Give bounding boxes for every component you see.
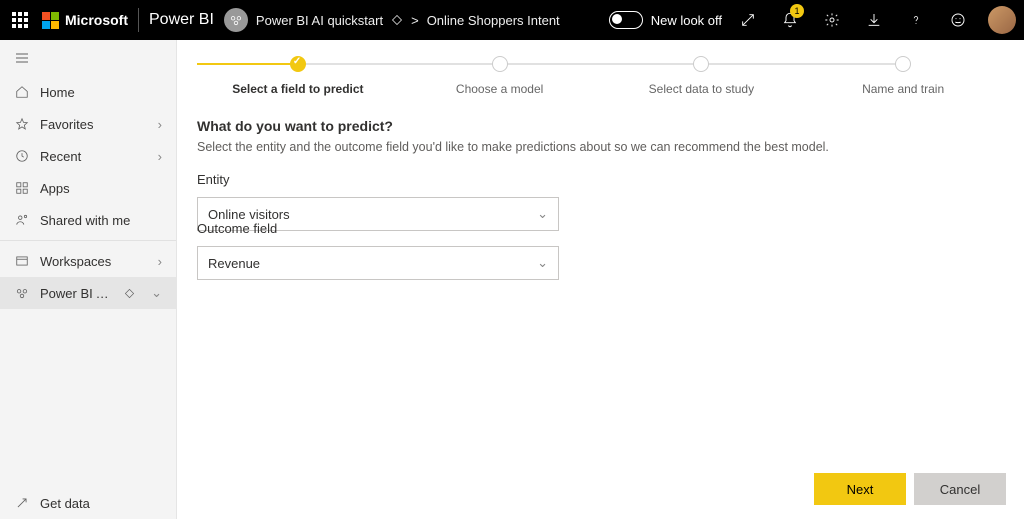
- avatar[interactable]: [988, 6, 1016, 34]
- help-icon[interactable]: [900, 0, 932, 40]
- page-description: Select the entity and the outcome field …: [197, 140, 977, 154]
- step-label: Name and train: [802, 82, 1004, 96]
- feedback-icon[interactable]: [942, 0, 974, 40]
- toggle-switch-icon: [609, 11, 643, 29]
- step-3[interactable]: Select data to study: [601, 56, 803, 96]
- clock-icon: [14, 149, 30, 163]
- chevron-down-icon: ⌄: [537, 206, 548, 222]
- new-look-toggle[interactable]: New look off: [609, 11, 722, 29]
- sidebar-item-label: Shared with me: [40, 213, 162, 228]
- sidebar-item-recent[interactable]: Recent ›: [0, 140, 176, 172]
- step-label: Select data to study: [601, 82, 803, 96]
- sidebar-item-label: Apps: [40, 181, 162, 196]
- chevron-right-icon: ›: [158, 254, 162, 269]
- chevron-right-icon: ›: [158, 117, 162, 132]
- sidebar-item-label: Home: [40, 85, 162, 100]
- step-dot-icon: [290, 56, 306, 72]
- home-icon: [14, 85, 30, 99]
- diamond-icon: [391, 14, 403, 26]
- step-4[interactable]: Name and train: [802, 56, 1004, 96]
- divider: [138, 8, 139, 32]
- chevron-down-icon: ⌄: [537, 255, 548, 271]
- fullscreen-icon[interactable]: [732, 0, 764, 40]
- star-icon: [14, 117, 30, 131]
- sidebar-item-favorites[interactable]: Favorites ›: [0, 108, 176, 140]
- page-title: What do you want to predict?: [197, 118, 977, 134]
- app-launcher-icon[interactable]: [8, 8, 32, 32]
- sidebar-item-label: Recent: [40, 149, 148, 164]
- sidebar-item-getdata[interactable]: Get data: [0, 487, 176, 519]
- notifications-button[interactable]: 1: [774, 0, 806, 40]
- sidebar-item-apps[interactable]: Apps: [0, 172, 176, 204]
- cancel-button[interactable]: Cancel: [914, 473, 1006, 505]
- outcome-value: Revenue: [208, 256, 260, 271]
- workspace-icon: [224, 8, 248, 32]
- form-area: What do you want to predict? Select the …: [177, 100, 997, 314]
- sidebar-item-label: Workspaces: [40, 254, 148, 269]
- workspace-icon: [14, 286, 30, 300]
- outcome-select[interactable]: Revenue ⌄: [197, 246, 559, 280]
- brand-text: Microsoft: [65, 12, 128, 28]
- sidebar-item-home[interactable]: Home: [0, 76, 176, 108]
- chevron-right-icon: ›: [158, 149, 162, 164]
- toggle-label: New look off: [651, 13, 722, 28]
- topbar: Microsoft Power BI Power BI AI quickstar…: [0, 0, 1024, 40]
- settings-icon[interactable]: [816, 0, 848, 40]
- shared-icon: [14, 213, 30, 227]
- wizard-footer: Next Cancel: [814, 473, 1006, 505]
- sidebar-item-shared[interactable]: Shared with me: [0, 204, 176, 236]
- sidebar-item-current-workspace[interactable]: Power BI AI q... ⌄: [0, 277, 176, 309]
- sidebar: Home Favorites › Recent › Apps Shared wi…: [0, 40, 177, 519]
- breadcrumb-workspace[interactable]: Power BI AI quickstart: [256, 13, 383, 28]
- download-icon[interactable]: [858, 0, 890, 40]
- breadcrumb: Power BI AI quickstart > Online Shoppers…: [224, 8, 560, 32]
- collapse-nav-button[interactable]: [0, 40, 176, 76]
- step-dot-icon: [693, 56, 709, 72]
- workspaces-icon: [14, 254, 30, 268]
- step-dot-icon: [895, 56, 911, 72]
- step-dot-icon: [492, 56, 508, 72]
- step-2[interactable]: Choose a model: [399, 56, 601, 96]
- breadcrumb-item[interactable]: Online Shoppers Intent: [427, 13, 560, 28]
- microsoft-logo: Microsoft: [42, 12, 128, 29]
- sidebar-item-label: Power BI AI q...: [40, 286, 114, 301]
- diamond-icon: [124, 288, 135, 299]
- breadcrumb-sep: >: [411, 13, 419, 28]
- product-name: Power BI: [149, 11, 214, 29]
- apps-icon: [14, 181, 30, 195]
- sidebar-item-label: Get data: [40, 496, 162, 511]
- step-1[interactable]: Select a field to predict: [197, 56, 399, 96]
- sidebar-item-workspaces[interactable]: Workspaces ›: [0, 245, 176, 277]
- next-button[interactable]: Next: [814, 473, 906, 505]
- step-label: Choose a model: [399, 82, 601, 96]
- notification-badge: 1: [790, 4, 804, 18]
- main-content: Select a field to predict Choose a model…: [177, 40, 1024, 519]
- wizard-stepper: Select a field to predict Choose a model…: [177, 40, 1024, 100]
- entity-label: Entity: [197, 172, 977, 187]
- entity-value: Online visitors: [208, 207, 290, 222]
- chevron-down-icon: ⌄: [151, 285, 162, 301]
- sidebar-item-label: Favorites: [40, 117, 148, 132]
- getdata-icon: [14, 496, 30, 510]
- outcome-label: Outcome field: [197, 221, 977, 236]
- step-label: Select a field to predict: [197, 82, 399, 96]
